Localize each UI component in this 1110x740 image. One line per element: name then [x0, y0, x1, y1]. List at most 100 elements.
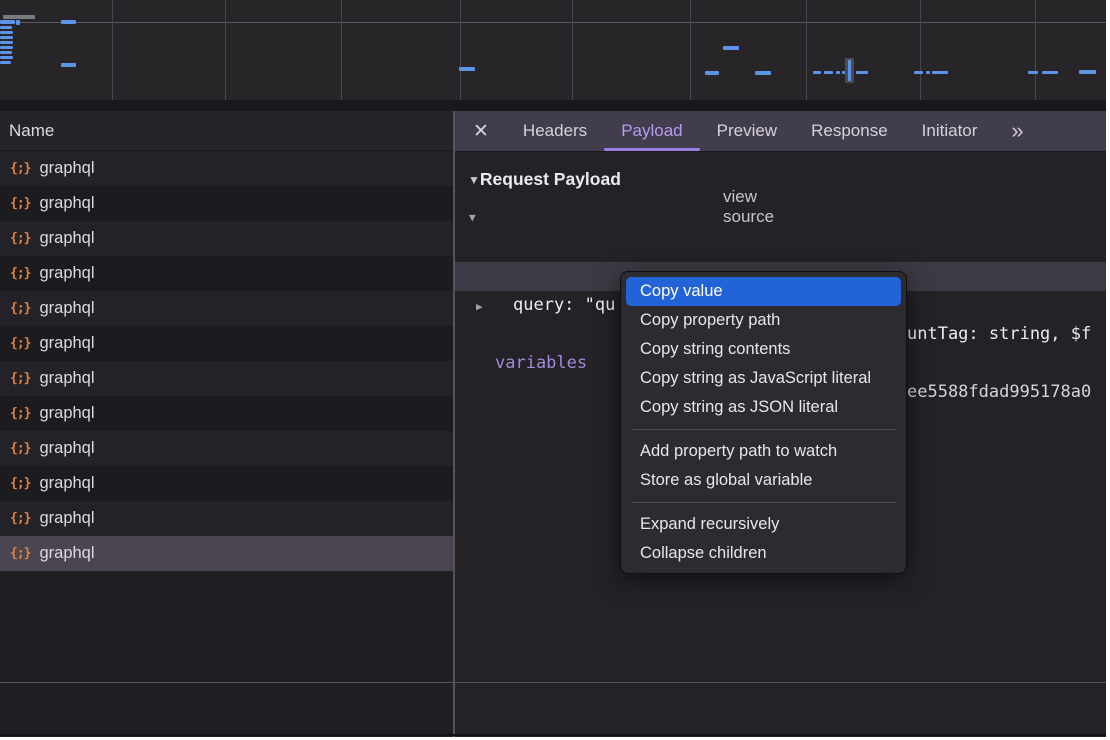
payload-operation-name-line[interactable]: operationName: "ipFlowTimeseries" [455, 232, 1106, 261]
overview-gridline [690, 0, 691, 100]
waterfall-bar [3, 15, 35, 19]
request-name-label: graphql [39, 474, 94, 493]
request-row[interactable]: {;}graphql [0, 536, 453, 571]
summary-horizontal-divider[interactable] [0, 682, 1106, 683]
waterfall-bar [813, 71, 821, 74]
waterfall-bar [0, 36, 13, 39]
request-name-label: graphql [39, 229, 94, 248]
tab-headers[interactable]: Headers [523, 111, 587, 151]
request-name-label: graphql [39, 509, 94, 528]
overview-gridline [341, 0, 342, 100]
waterfall-bar [1079, 70, 1096, 74]
menu-divider [631, 502, 896, 503]
waterfall-bar [856, 71, 868, 74]
tab-payload[interactable]: Payload [621, 111, 682, 151]
request-name-label: graphql [39, 439, 94, 458]
json-braces-icon: {;} [10, 406, 30, 421]
waterfall-bar [1028, 71, 1038, 74]
json-braces-icon: {;} [10, 266, 30, 281]
expand-arrow-icon[interactable]: ▶ [476, 292, 483, 321]
collapse-arrow-icon[interactable]: ▼ [469, 203, 476, 232]
request-row[interactable]: {;}graphql [0, 186, 453, 221]
menu-item-store-as-global-variable[interactable]: Store as global variable [621, 466, 906, 495]
request-row[interactable]: {;}graphql [0, 501, 453, 536]
menu-item-add-property-path-to-watch[interactable]: Add property path to watch [621, 437, 906, 466]
request-row[interactable]: {;} graphql [0, 396, 453, 431]
more-tabs-icon[interactable]: » [1011, 118, 1021, 144]
section-title: Request Payload [480, 169, 621, 189]
devtools-network-panel: Name {;}graphql{;}graphql{;}graphql{;}gr… [0, 0, 1106, 737]
overview-gridline [806, 0, 807, 100]
waterfall-bar [0, 31, 13, 34]
request-name-label: graphql [39, 369, 94, 388]
request-name-label: graphql [39, 194, 94, 213]
menu-item-copy-property-path[interactable]: Copy property path [621, 306, 906, 335]
overview-gridline [572, 0, 573, 100]
waterfall-bar [1042, 71, 1058, 74]
section-collapse-icon[interactable]: ▼ [468, 173, 480, 187]
request-row[interactable]: {;} graphql [0, 256, 453, 291]
waterfall-bar [705, 71, 719, 75]
name-column-header[interactable]: Name [0, 111, 453, 151]
context-menu: Copy valueCopy property pathCopy string … [620, 271, 907, 574]
menu-divider [631, 429, 896, 430]
request-row[interactable]: {;}graphql [0, 151, 453, 186]
menu-item-copy-string-contents[interactable]: Copy string contents [621, 335, 906, 364]
menu-item-expand-recursively[interactable]: Expand recursively [621, 510, 906, 539]
screenshot-stage: Name {;}graphql{;}graphql{;}graphql{;}gr… [0, 0, 1110, 740]
overview-baseline [0, 22, 1106, 23]
menu-item-copy-string-as-javascript-literal[interactable]: Copy string as JavaScript literal [621, 364, 906, 393]
waterfall-bar [0, 61, 11, 64]
waterfall-bar [723, 46, 739, 50]
request-name-label: graphql [39, 264, 94, 283]
variables-key: variables [495, 349, 587, 378]
waterfall-bar [0, 51, 12, 54]
request-row[interactable]: {;} graphql [0, 221, 453, 256]
tab-preview[interactable]: Preview [717, 111, 777, 151]
waterfall-bar [0, 41, 13, 44]
details-tabbar: ✕ Headers Payload Preview Response Initiator… [455, 111, 1106, 152]
waterfall-bar [0, 20, 15, 24]
network-overview-waterfall[interactable] [0, 0, 1106, 100]
waterfall-bar [0, 26, 12, 29]
overview-bottom-strip [0, 100, 1106, 111]
query-line-right-fragment: untTag: string, $f [907, 320, 1091, 349]
json-braces-icon: {;} [10, 371, 30, 386]
request-name-label: graphql [39, 299, 94, 318]
overview-gridline [1035, 0, 1036, 100]
waterfall-bar [932, 71, 948, 74]
waterfall-bar [0, 46, 13, 49]
menu-item-collapse-children[interactable]: Collapse children [621, 539, 906, 568]
request-row[interactable]: {;}graphql [0, 466, 453, 501]
waterfall-bar [836, 71, 840, 74]
json-braces-icon: {;} [10, 441, 30, 456]
tab-response[interactable]: Response [811, 111, 888, 151]
tab-initiator[interactable]: Initiator [922, 111, 978, 151]
waterfall-bar [61, 20, 76, 24]
menu-item-copy-string-as-json-literal[interactable]: Copy string as JSON literal [621, 393, 906, 422]
request-row[interactable]: {;} graphql [0, 431, 453, 466]
json-braces-icon: {;} [10, 231, 30, 246]
menu-item-copy-value[interactable]: Copy value [626, 277, 901, 306]
request-payload-section-header[interactable]: ▼Request Payload view source [468, 169, 621, 190]
waterfall-bar [61, 63, 76, 67]
request-row[interactable]: {;} graphql [0, 361, 453, 396]
requests-list-panel: Name {;}graphql{;}graphql{;}graphql{;}gr… [0, 111, 453, 737]
json-braces-icon: {;} [10, 301, 30, 316]
overview-gridline [920, 0, 921, 100]
overview-selection-marker-bar [848, 60, 851, 81]
request-row[interactable]: {;} graphql [0, 291, 453, 326]
request-name-label: graphql [39, 159, 94, 178]
overview-gridline [112, 0, 113, 100]
request-row[interactable]: {;}graphql [0, 326, 453, 361]
request-name-label: graphql [39, 404, 94, 423]
requests-list: {;} graphql {;} graphql {;} graphql {;} graphql… [0, 151, 453, 571]
payload-root-line[interactable]: ▼ {operationName: "ipFlowTimeseries", va… [455, 202, 1106, 231]
waterfall-bar [824, 71, 833, 74]
close-icon[interactable]: ✕ [473, 120, 489, 143]
bottom-edge-line [0, 734, 1106, 736]
waterfall-bar [914, 71, 923, 74]
waterfall-bar [16, 20, 20, 25]
waterfall-bar [0, 56, 13, 59]
waterfall-bar [459, 67, 475, 71]
